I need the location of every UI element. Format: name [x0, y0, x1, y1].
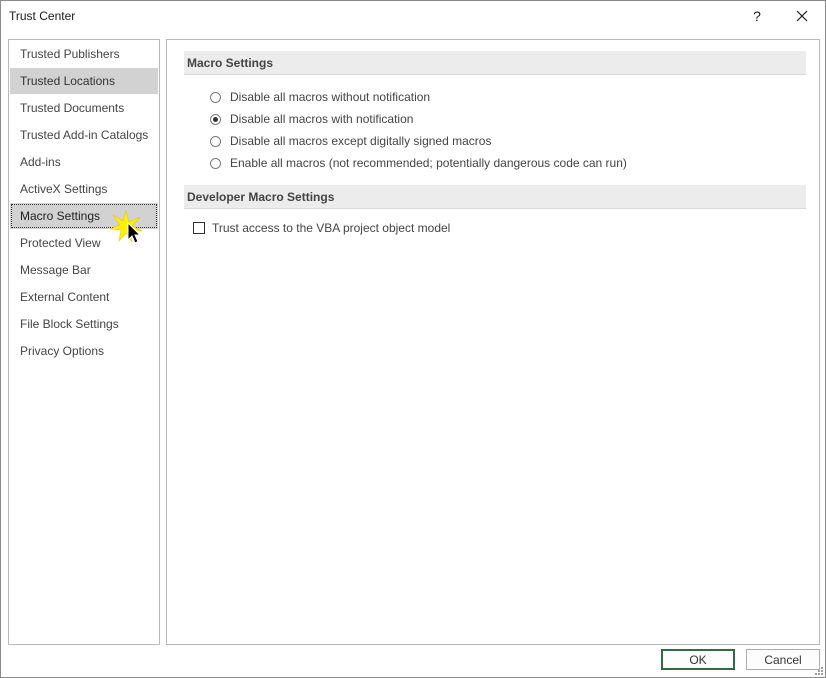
- macro-settings-header: Macro Settings: [184, 51, 806, 75]
- radio-disable-except-signed[interactable]: Disable all macros except digitally sign…: [210, 131, 491, 151]
- radio-button[interactable]: [210, 135, 221, 147]
- window-title: Trust Center: [9, 9, 76, 23]
- sidebar-item-privacy-options[interactable]: Privacy Options: [10, 338, 158, 364]
- vba-access-checkbox[interactable]: [193, 222, 205, 234]
- sidebar-item-activex-settings[interactable]: ActiveX Settings: [10, 176, 158, 202]
- radio-button[interactable]: [210, 157, 221, 169]
- title-bar: Trust Center ?: [1, 1, 825, 31]
- settings-panel: Macro Settings Disable all macros withou…: [166, 39, 820, 645]
- ok-button[interactable]: OK: [661, 649, 735, 670]
- vba-access-option[interactable]: Trust access to the VBA project object m…: [193, 218, 450, 238]
- sidebar-item-trusted-locations[interactable]: Trusted Locations: [10, 68, 158, 94]
- radio-label: Disable all macros without notification: [230, 90, 431, 104]
- close-button[interactable]: [787, 4, 817, 28]
- cancel-button[interactable]: Cancel: [746, 649, 820, 670]
- radio-label: Disable all macros with notification: [230, 112, 414, 126]
- trust-center-dialog: Trust Center ? Trusted Publishers Truste…: [0, 0, 826, 678]
- sidebar-item-message-bar[interactable]: Message Bar: [10, 257, 158, 283]
- developer-macro-settings-header: Developer Macro Settings: [184, 185, 806, 209]
- radio-button[interactable]: [210, 91, 221, 103]
- radio-label: Enable all macros (not recommended; pote…: [230, 156, 627, 170]
- mouse-pointer-highlight-icon: [109, 209, 143, 244]
- vba-access-label: Trust access to the VBA project object m…: [212, 221, 451, 235]
- close-icon: [796, 10, 808, 22]
- sidebar-item-trusted-add-in-catalogs[interactable]: Trusted Add-in Catalogs: [10, 122, 158, 148]
- sidebar-item-add-ins[interactable]: Add-ins: [10, 149, 158, 175]
- sidebar-item-file-block-settings[interactable]: File Block Settings: [10, 311, 158, 337]
- resize-grip-icon[interactable]: [813, 665, 824, 676]
- help-button[interactable]: ?: [742, 4, 772, 28]
- radio-enable-all-macros[interactable]: Enable all macros (not recommended; pote…: [210, 153, 627, 173]
- radio-label: Disable all macros except digitally sign…: [230, 134, 492, 148]
- sidebar-item-trusted-publishers[interactable]: Trusted Publishers: [10, 41, 158, 67]
- radio-disable-with-notification[interactable]: Disable all macros with notification: [210, 109, 413, 129]
- radio-disable-without-notification[interactable]: Disable all macros without notification: [210, 87, 430, 107]
- category-sidebar: Trusted Publishers Trusted Locations Tru…: [8, 39, 160, 645]
- sidebar-item-external-content[interactable]: External Content: [10, 284, 158, 310]
- sidebar-item-trusted-documents[interactable]: Trusted Documents: [10, 95, 158, 121]
- radio-button-selected[interactable]: [210, 113, 221, 125]
